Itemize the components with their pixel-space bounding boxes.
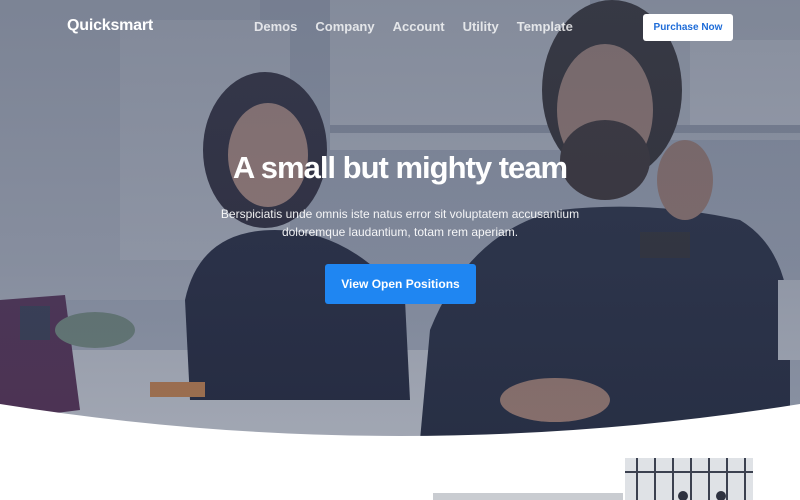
hero-subtitle: Berspiciatis unde omnis iste natus error…: [220, 207, 580, 239]
nav-item-utility[interactable]: Utility: [463, 19, 499, 34]
nav-links: Demos Company Account Utility Template: [254, 19, 591, 34]
office-photo: [625, 458, 753, 500]
nav-item-template[interactable]: Template: [517, 19, 573, 34]
nav-item-demos[interactable]: Demos: [254, 19, 297, 34]
view-open-positions-button[interactable]: View Open Positions: [325, 264, 476, 304]
gallery-image: [625, 458, 753, 500]
content-section: [0, 440, 800, 500]
nav-item-company[interactable]: Company: [315, 19, 374, 34]
brand-logo[interactable]: Quicksmart: [67, 17, 153, 35]
purchase-now-button[interactable]: Purchase Now: [643, 14, 733, 41]
nav-item-account[interactable]: Account: [393, 19, 445, 34]
hero-section: Quicksmart Demos Company Account Utility…: [0, 0, 800, 440]
gallery-image: [433, 493, 623, 500]
top-navbar: Quicksmart Demos Company Account Utility…: [0, 0, 800, 56]
hero-title: A small but mighty team: [232, 150, 568, 185]
hero-curve-divider: [0, 404, 800, 440]
